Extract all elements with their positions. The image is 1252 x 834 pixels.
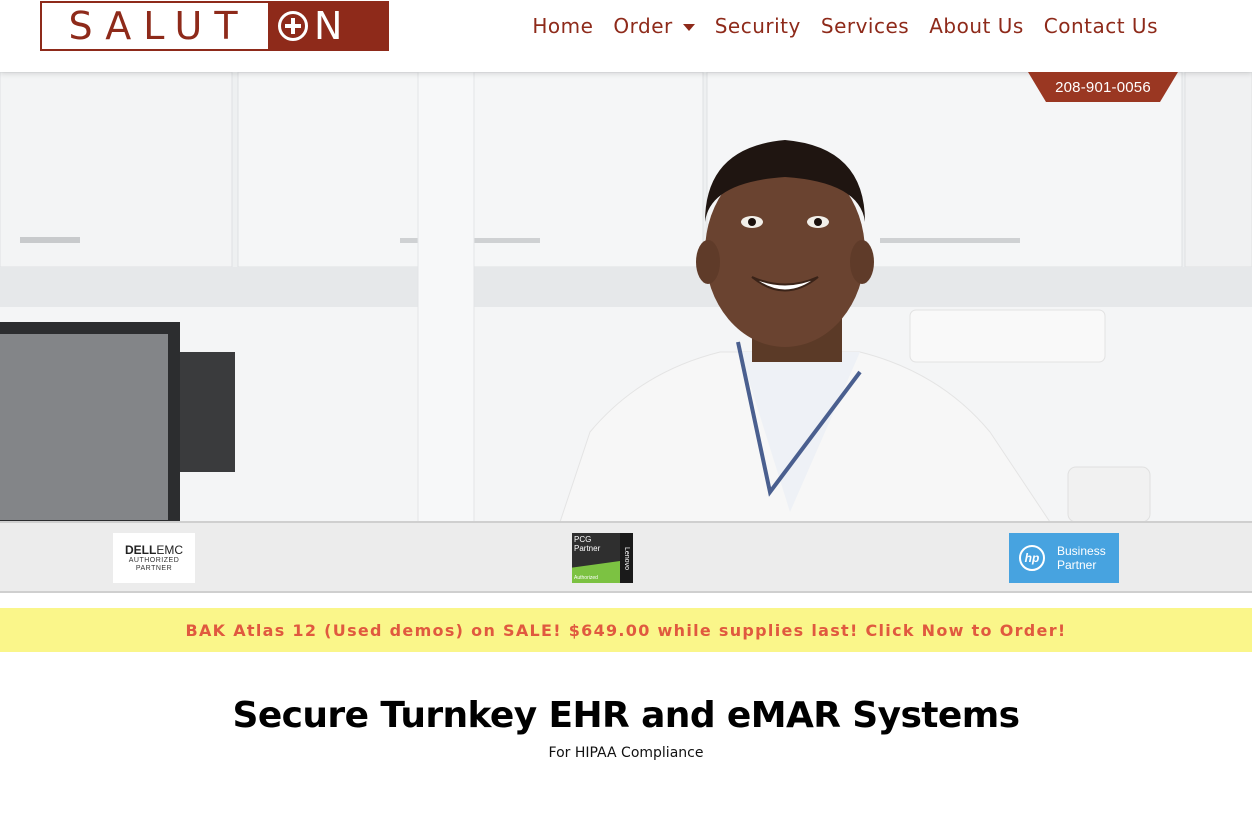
nav-home[interactable]: Home: [522, 12, 603, 40]
hero-image: [0, 72, 1252, 522]
promo-link[interactable]: BAK Atlas 12 (Used demos) on SALE! $649.…: [185, 621, 1066, 640]
lenovo-wordmark: Lenovo: [620, 533, 633, 583]
hero-illustration: [0, 72, 1252, 522]
logo-text-right: N: [314, 4, 353, 48]
hp-line1: Business: [1057, 544, 1106, 558]
lenovo-line1: PCG: [574, 535, 592, 544]
medical-cross-icon: [278, 11, 308, 41]
caret-down-icon: [682, 23, 695, 31]
dell-brand: DELL: [124, 543, 157, 557]
nav-services[interactable]: Services: [811, 12, 919, 40]
nav-services-label: Services: [820, 14, 910, 38]
page-subtitle: For HIPAA Compliance: [548, 745, 704, 761]
nav-order-dropdown[interactable]: Order: [603, 12, 704, 40]
nav-order-label: Order: [613, 14, 673, 38]
logo-left: SALUT: [42, 3, 268, 49]
lenovo-line2: Partner: [574, 544, 601, 553]
nav-security[interactable]: Security: [705, 12, 811, 40]
nav-about-label: About Us: [929, 14, 1024, 38]
partner-logos-bar: DELLEMC AUTHORIZED PARTNER PCG Partner A…: [0, 521, 1252, 593]
main-nav: Home Order Security Services About Us Co…: [522, 12, 1168, 40]
dell-emc-partner-logo: DELLEMC AUTHORIZED PARTNER: [113, 533, 195, 583]
lenovo-authorized: Authorized: [574, 575, 598, 581]
hp-logo-icon: hp: [1019, 545, 1045, 571]
nav-security-label: Security: [714, 14, 801, 38]
nav-home-label: Home: [532, 14, 594, 38]
dell-sub1: AUTHORIZED: [128, 557, 180, 564]
logo-text-left: SALUT: [68, 4, 250, 48]
dell-sub2: PARTNER: [135, 565, 173, 572]
nav-contact-label: Contact Us: [1043, 14, 1158, 38]
logo-right: N: [268, 3, 387, 49]
nav-contact-us[interactable]: Contact Us: [1034, 12, 1168, 40]
navbar: SALUT N Home Order Security Services Abo…: [0, 0, 1252, 72]
emc-brand: EMC: [156, 543, 183, 557]
salution-logo[interactable]: SALUT N: [40, 1, 389, 51]
phone-badge[interactable]: 208-901-0056: [1028, 72, 1178, 102]
page-title: Secure Turnkey EHR and eMAR Systems: [232, 695, 1021, 736]
promo-banner: BAK Atlas 12 (Used demos) on SALE! $649.…: [0, 608, 1252, 652]
hp-business-partner-logo: hp Business Partner: [1009, 533, 1119, 583]
nav-about-us[interactable]: About Us: [919, 12, 1034, 40]
hp-line2: Partner: [1057, 558, 1097, 572]
lenovo-pcg-partner-logo: PCG Partner Authorized Lenovo: [572, 533, 633, 583]
